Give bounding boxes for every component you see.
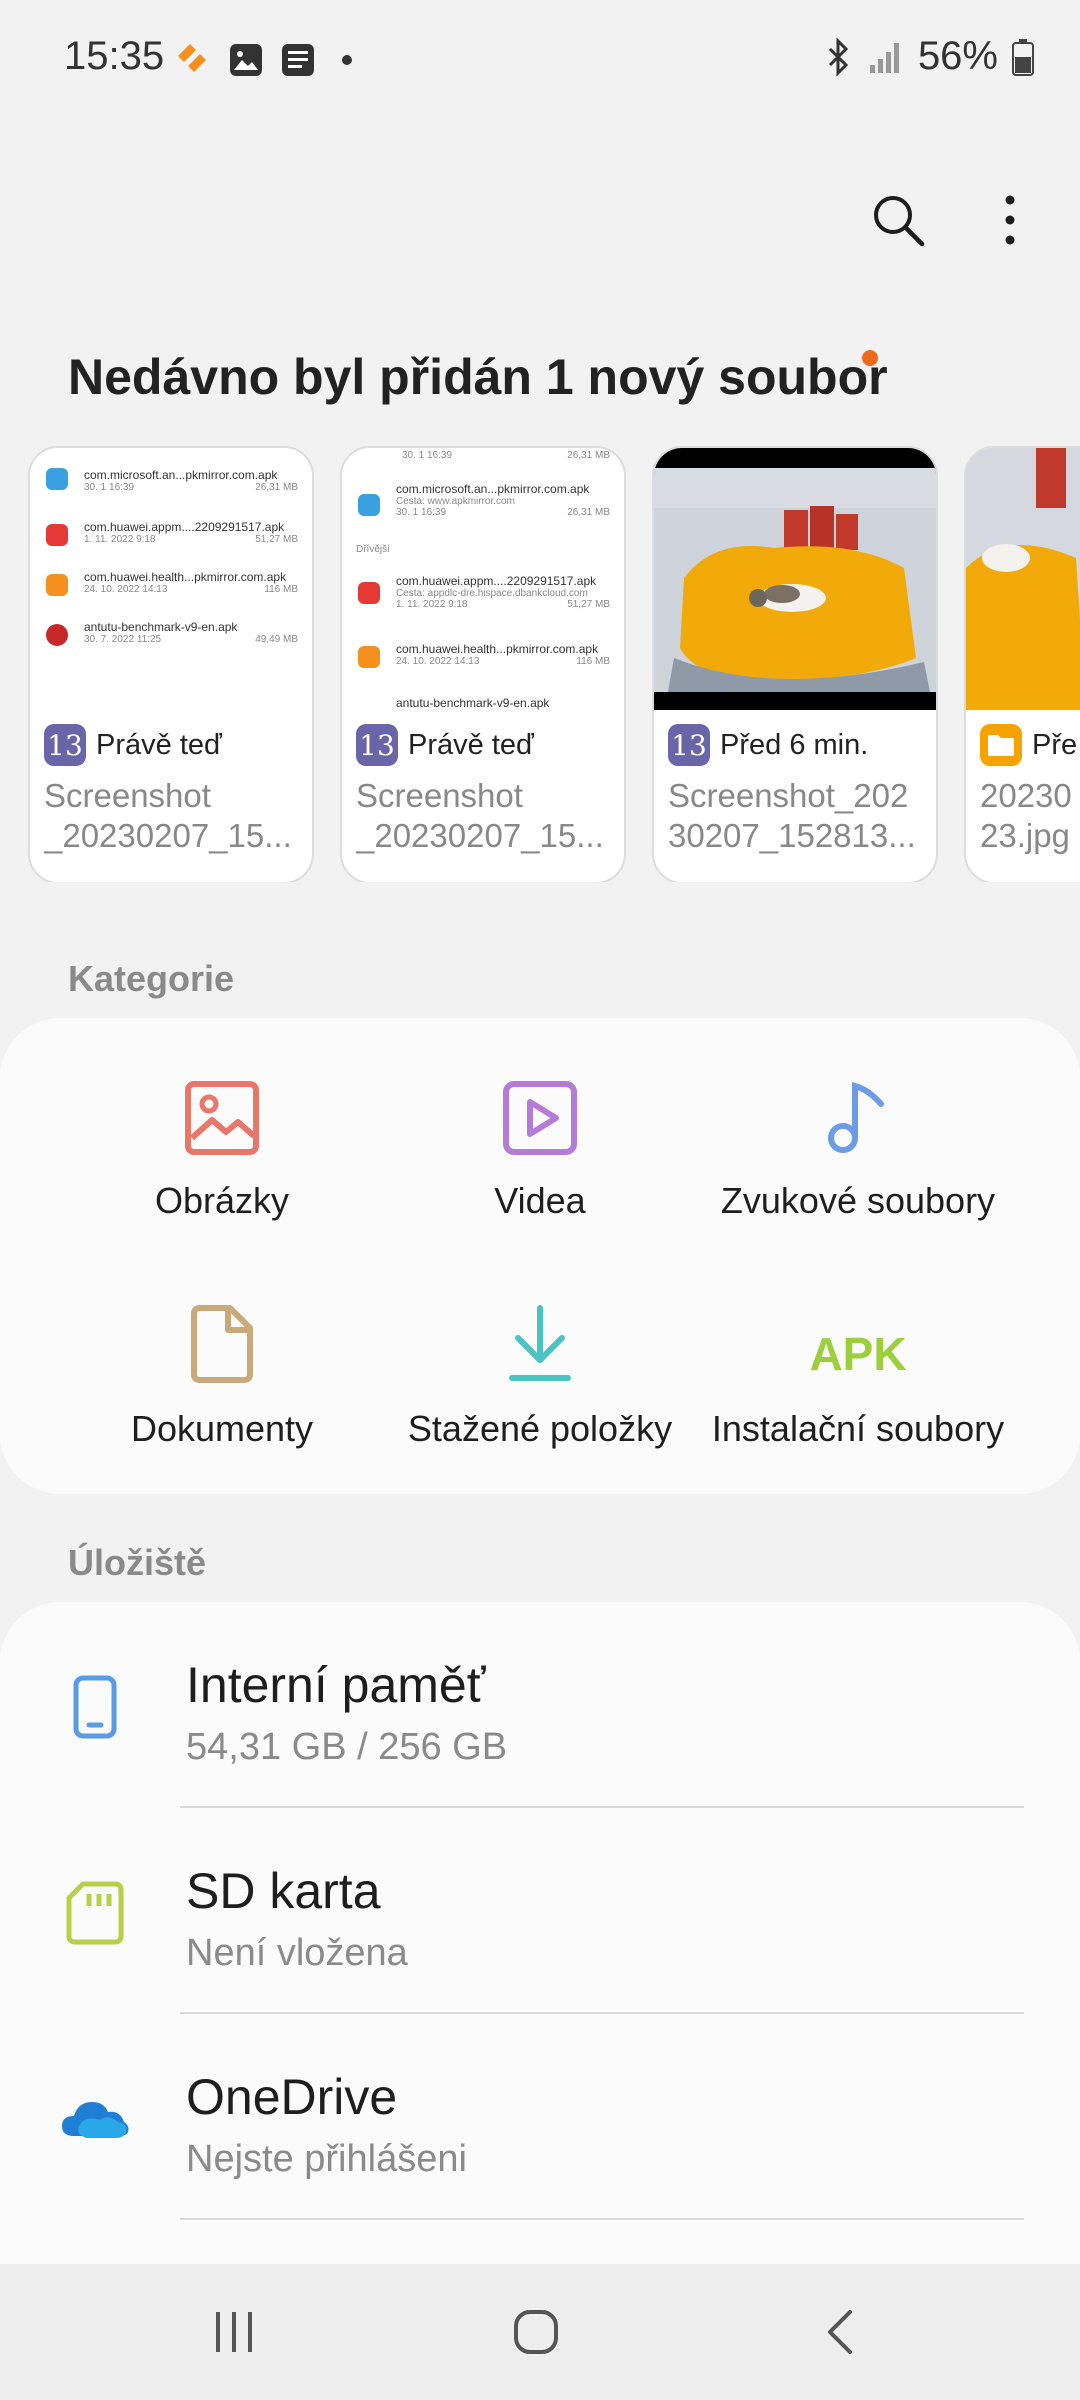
card-file-name: Screenshot_202 30207_152813...	[668, 777, 916, 854]
battery-icon	[1012, 38, 1034, 76]
more-notifications-dot	[342, 55, 352, 65]
storage-title: Úložiště	[68, 1542, 207, 1583]
card-time: Před 6 min.	[720, 728, 869, 761]
search-icon	[874, 196, 925, 247]
photo-thumbnail	[966, 448, 1080, 710]
category-documents[interactable]: Dokumenty	[57, 1294, 387, 1450]
more-vertical-icon	[1005, 195, 1015, 245]
new-indicator-dot	[862, 350, 878, 366]
recent-file-card[interactable]: 13 Před 6 min. Screenshot_202 30207_15281…	[652, 446, 938, 882]
recent-file-card[interactable]: 30. 1 16:39 26,31 MB com.microsoft.an...p…	[340, 446, 626, 882]
gallery-icon	[230, 44, 262, 76]
phone-icon	[73, 1675, 117, 1739]
category-videos[interactable]: Videa	[375, 1066, 705, 1222]
navigation-bar	[0, 2264, 1080, 2400]
apk-icon: APK	[809, 1328, 907, 1380]
recent-apps-button[interactable]	[194, 2300, 274, 2364]
card-file-name: 20230 23.jpg	[980, 777, 1072, 854]
document-icon	[191, 1305, 253, 1383]
divider	[180, 2218, 1024, 2220]
card-file-name: Screenshot _20230207_15...	[44, 777, 292, 854]
more-options-button[interactable]	[980, 190, 1040, 250]
card-time: Právě teď	[408, 728, 534, 761]
category-audio[interactable]: Zvukové soubory	[693, 1066, 1023, 1222]
back-button[interactable]	[800, 2300, 880, 2364]
document-notification-icon	[282, 44, 314, 76]
recent-file-card[interactable]: Pře 20230 23.jpg	[964, 446, 1080, 882]
category-images[interactable]: Obrázky	[57, 1066, 387, 1222]
card-file-name: Screenshot _20230207_15...	[356, 777, 604, 854]
screenshot-app-badge: 13	[668, 724, 710, 766]
notification-icons	[172, 40, 352, 80]
screenshot-thumbnail: com.microsoft.an...pkmirror.com.apk 30. 1…	[30, 448, 312, 710]
categories-title: Kategorie	[68, 958, 235, 999]
home-icon	[514, 2310, 558, 2354]
battery-percent: 56%	[917, 34, 998, 78]
back-icon	[828, 2310, 852, 2354]
bluetooth-icon	[828, 36, 849, 77]
card-time: Pře	[1032, 728, 1078, 761]
health-app-icon	[178, 44, 206, 72]
recent-file-card[interactable]: com.microsoft.an...pkmirror.com.apk 30. 1…	[28, 446, 314, 882]
music-note-icon	[828, 1082, 884, 1153]
sd-card-icon	[66, 1881, 124, 1945]
storage-internal[interactable]: Interní paměť 54,31 GB / 256 GB	[0, 1602, 1080, 1808]
home-button[interactable]	[496, 2300, 576, 2364]
cat-photo-thumbnail	[654, 448, 936, 710]
recent-files-title: Nedávno byl přidán 1 nový soubor	[68, 349, 888, 405]
category-installation-files[interactable]: APK Instalační soubory	[693, 1294, 1023, 1450]
storage-panel: Interní paměť 54,31 GB / 256 GB SD karta…	[0, 1602, 1080, 2264]
image-icon	[185, 1081, 259, 1155]
screenshot-thumbnail: 30. 1 16:39 26,31 MB com.microsoft.an...p…	[342, 448, 624, 710]
onedrive-icon	[62, 2102, 129, 2138]
card-time: Právě teď	[96, 728, 222, 761]
storage-onedrive[interactable]: OneDrive Nejste přihlášeni	[0, 2014, 1080, 2220]
category-downloads[interactable]: Stažené položky	[375, 1294, 705, 1450]
screenshot-app-badge: 13	[356, 724, 398, 766]
storage-sd-card[interactable]: SD karta Není vložena	[0, 1808, 1080, 2014]
recent-files-carousel[interactable]: com.microsoft.an...pkmirror.com.apk 30. 1…	[28, 446, 1080, 882]
download-icon	[509, 1305, 571, 1381]
folder-badge-icon	[980, 724, 1022, 766]
search-button[interactable]	[868, 190, 928, 250]
status-time: 15:35	[64, 34, 165, 78]
recent-apps-icon	[216, 2312, 252, 2352]
signal-icon	[869, 42, 899, 73]
video-icon	[503, 1081, 577, 1155]
status-bar: 15:35 56%	[0, 0, 1080, 120]
screenshot-app-badge: 13	[44, 724, 86, 766]
categories-panel: Obrázky Videa Zvukové soubory Dokumenty …	[0, 1018, 1080, 1494]
